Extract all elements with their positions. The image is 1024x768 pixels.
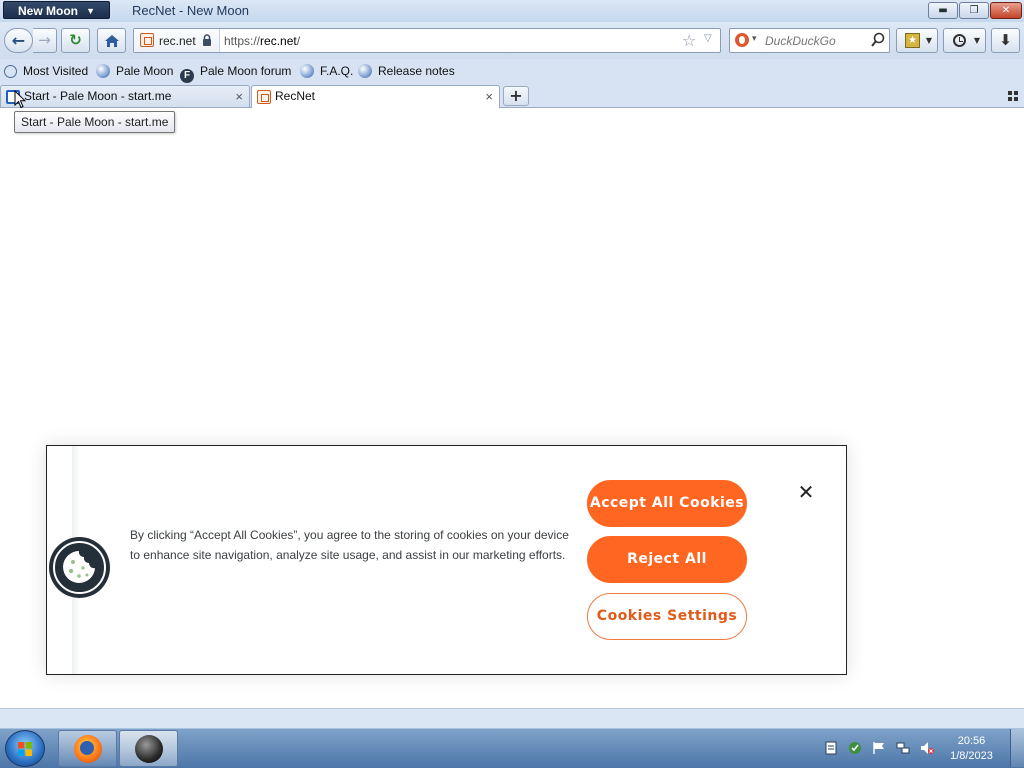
forward-arrow-icon: → — [38, 31, 51, 49]
forum-f-icon: F — [180, 69, 194, 83]
firefox-icon — [74, 735, 102, 763]
lock-icon — [203, 34, 211, 46]
site-favicon-icon — [140, 33, 154, 47]
home-icon — [104, 35, 119, 47]
bookmark-pale-moon[interactable]: Pale Moon — [96, 64, 173, 78]
clock-icon — [953, 34, 966, 47]
bookmarks-menu-button[interactable]: ★ ▼ — [896, 28, 938, 53]
search-bar[interactable]: ▾ — [729, 28, 890, 53]
download-arrow-icon: ⬇ — [999, 31, 1012, 49]
globe-icon — [300, 64, 314, 78]
bookmarks-caret-icon: ▼ — [925, 36, 932, 45]
title-bar: New Moon ▼ RecNet - New Moon ▬ ❐ ✕ — [0, 0, 1024, 22]
app-menu-label: New Moon — [18, 4, 78, 18]
back-arrow-icon: ← — [11, 31, 26, 50]
search-icon[interactable] — [870, 32, 886, 48]
tab-close-icon[interactable]: × — [485, 86, 493, 107]
cookie-icon — [63, 551, 95, 583]
site-identity-button[interactable]: rec.net — [134, 29, 220, 52]
taskbar-firefox[interactable] — [58, 730, 117, 767]
taskbar: 20:56 1/8/2023 — [0, 728, 1024, 768]
new-tab-button[interactable]: + — [503, 86, 529, 106]
bookmark-faq[interactable]: F.A.Q. — [300, 64, 353, 78]
url-history-dropdown-icon[interactable]: ▽ — [704, 33, 712, 44]
bookmark-label: Pale Moon forum — [200, 64, 292, 78]
tab-label: RecNet — [275, 89, 316, 103]
cookies-settings-button[interactable]: Cookies Settings — [587, 593, 747, 640]
clock-date: 1/8/2023 — [950, 750, 993, 762]
navigation-toolbar: ← → ↻ rec.net https://rec.net/ ☆ ▽ ▾ ★ ▼… — [0, 22, 1024, 59]
recnet-icon — [257, 90, 271, 104]
bookmark-star-icon[interactable]: ☆ — [682, 31, 696, 50]
home-button[interactable] — [97, 28, 126, 53]
restore-button[interactable]: ❐ — [959, 2, 989, 19]
tab-recnet[interactable]: RecNet × — [251, 85, 500, 108]
downloads-button[interactable]: ⬇ — [991, 28, 1020, 53]
history-menu-button[interactable]: ▼ — [943, 28, 986, 53]
tab-tooltip: Start - Pale Moon - start.me — [14, 111, 176, 133]
bookmark-label: Most Visited — [23, 64, 89, 78]
url-host: rec.net — [260, 34, 297, 48]
bookmark-pale-moon-forum[interactable]: F Pale Moon forum — [180, 64, 291, 83]
network-icon[interactable] — [896, 741, 910, 755]
tab-label: Start - Pale Moon - start.me — [24, 89, 172, 103]
globe-icon — [96, 64, 110, 78]
bookmarks-star-icon: ★ — [905, 33, 920, 48]
accept-all-cookies-button[interactable]: Accept All Cookies — [587, 480, 747, 527]
cookie-banner-close-icon[interactable]: ✕ — [797, 482, 815, 502]
taskbar-clock[interactable]: 20:56 1/8/2023 — [944, 734, 999, 764]
url-text[interactable]: https://rec.net/ — [224, 34, 300, 48]
url-bar[interactable]: rec.net https://rec.net/ ☆ ▽ — [133, 28, 721, 53]
taskbar-pale-moon[interactable] — [119, 730, 178, 767]
globe-icon — [358, 64, 372, 78]
windows-flag-icon — [18, 742, 32, 756]
status-bar — [0, 708, 1024, 728]
bookmarks-toolbar: Most Visited Pale Moon F Pale Moon forum … — [0, 59, 1024, 85]
pale-moon-icon — [135, 735, 163, 763]
security-shield-icon[interactable] — [848, 741, 862, 755]
clipboard-icon[interactable] — [824, 741, 838, 755]
bookmark-label: F.A.Q. — [320, 64, 354, 78]
mouse-cursor-icon — [14, 90, 26, 109]
bookmark-release-notes[interactable]: Release notes — [358, 64, 455, 78]
tab-strip: Start - Pale Moon - start.me × RecNet × … — [0, 85, 1024, 108]
url-scheme: https:// — [224, 34, 261, 48]
most-visited-icon — [4, 65, 17, 78]
clock-time: 20:56 — [957, 735, 986, 747]
window-title: RecNet - New Moon — [132, 3, 250, 18]
bookmark-label: Release notes — [378, 64, 455, 78]
history-caret-icon: ▼ — [973, 36, 980, 45]
start-button[interactable] — [5, 730, 45, 767]
bookmark-most-visited[interactable]: Most Visited — [4, 64, 88, 78]
duckduckgo-icon[interactable] — [735, 33, 749, 47]
show-desktop-button[interactable] — [1010, 729, 1024, 767]
minimize-button[interactable]: ▬ — [928, 2, 958, 19]
tab-close-icon[interactable]: × — [235, 86, 243, 107]
system-tray — [818, 729, 943, 767]
back-button[interactable]: ← — [4, 28, 33, 53]
tab-start-pale-moon[interactable]: Start - Pale Moon - start.me × — [0, 85, 250, 107]
reload-icon: ↻ — [69, 31, 82, 49]
forward-button[interactable]: → — [33, 28, 57, 53]
app-menu-button[interactable]: New Moon ▼ — [3, 1, 110, 19]
reload-button[interactable]: ↻ — [61, 28, 90, 53]
search-engine-caret-icon[interactable]: ▾ — [752, 34, 757, 44]
cookie-banner-text: By clicking “Accept All Cookies”, you ag… — [130, 528, 569, 562]
bookmark-label: Pale Moon — [116, 64, 174, 78]
reject-all-button[interactable]: Reject All — [587, 536, 747, 583]
cookie-logo-icon — [49, 537, 110, 598]
url-path: / — [296, 34, 301, 48]
site-domain: rec.net — [159, 34, 196, 48]
search-input[interactable] — [765, 34, 865, 48]
tab-list-icon[interactable] — [1008, 91, 1018, 101]
volume-muted-icon[interactable] — [920, 741, 934, 755]
app-menu-caret-icon: ▼ — [86, 6, 95, 16]
close-window-button[interactable]: ✕ — [990, 2, 1022, 19]
action-center-flag-icon[interactable] — [872, 741, 886, 755]
